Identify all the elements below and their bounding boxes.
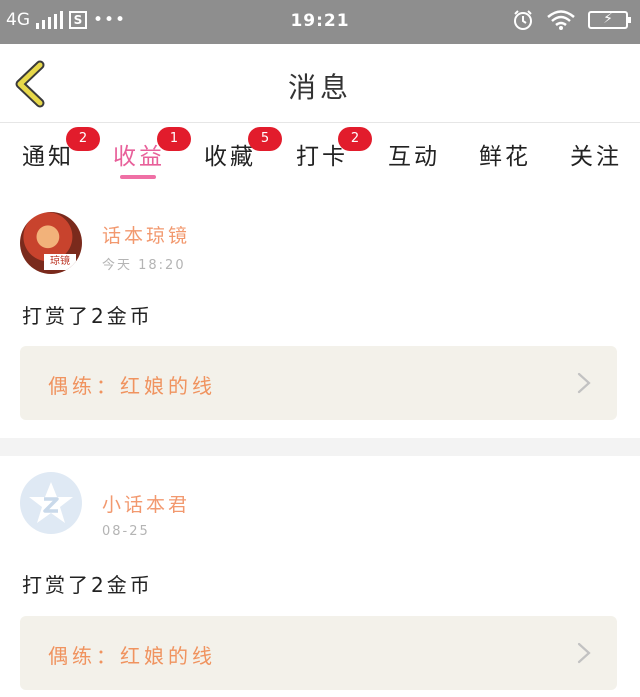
work-link-label: 偶练：红娘的线 bbox=[48, 374, 216, 398]
tab-label: 通知 bbox=[22, 144, 74, 170]
tab-interaction[interactable]: 互动 bbox=[388, 137, 440, 171]
battery-icon: ⚡ bbox=[588, 11, 631, 29]
avatar-label: 琼镜 bbox=[44, 254, 76, 270]
tab-badge: 5 bbox=[248, 127, 282, 151]
tab-badge: 1 bbox=[157, 127, 191, 151]
status-bar: 4G S ••• 19:21 ⚡ bbox=[0, 0, 640, 44]
avatar[interactable] bbox=[20, 472, 82, 534]
message-card: 小话本君 08-25 打赏了2金币 偶练：红娘的线 bbox=[0, 456, 640, 697]
charging-icon: ⚡ bbox=[603, 11, 613, 27]
wifi-icon bbox=[547, 10, 575, 30]
message-time: 08-25 bbox=[102, 524, 150, 539]
tab-flowers[interactable]: 鲜花 bbox=[479, 137, 531, 171]
tab-label: 关注 bbox=[570, 144, 622, 170]
tab-bar: 通知 2 收益 1 收藏 5 打卡 2 互动 鲜花 关注 bbox=[0, 123, 640, 196]
chevron-right-icon bbox=[577, 372, 591, 394]
tab-favorites[interactable]: 收藏 5 bbox=[204, 127, 282, 171]
nav-bar: 消息 bbox=[0, 44, 640, 123]
alarm-icon bbox=[514, 10, 532, 30]
work-link[interactable]: 偶练：红娘的线 bbox=[20, 616, 617, 690]
avatar[interactable]: 琼镜 bbox=[20, 212, 82, 274]
tab-follow[interactable]: 关注 bbox=[570, 137, 622, 171]
status-right: ⚡ bbox=[512, 9, 631, 31]
tab-label: 打卡 bbox=[296, 144, 348, 170]
tab-earnings[interactable]: 收益 1 bbox=[113, 127, 191, 171]
default-avatar-icon bbox=[29, 482, 73, 523]
tab-badge: 2 bbox=[66, 127, 100, 151]
message-text: 打赏了2金币 bbox=[22, 573, 153, 597]
page-title: 消息 bbox=[287, 71, 352, 104]
message-time: 今天 18:20 bbox=[102, 258, 186, 273]
tab-label: 互动 bbox=[388, 144, 440, 170]
message-card: 琼镜 话本琼镜 今天 18:20 打赏了2金币 偶练：红娘的线 bbox=[0, 196, 640, 438]
work-link[interactable]: 偶练：红娘的线 bbox=[20, 346, 617, 420]
tab-label: 收藏 bbox=[204, 144, 256, 170]
tab-badge: 2 bbox=[338, 127, 372, 151]
username[interactable]: 小话本君 bbox=[102, 490, 190, 517]
tab-label: 收益 bbox=[113, 144, 165, 170]
message-text: 打赏了2金币 bbox=[22, 304, 153, 328]
tab-label: 鲜花 bbox=[479, 144, 531, 170]
username[interactable]: 话本琼镜 bbox=[102, 221, 190, 248]
work-link-label: 偶练：红娘的线 bbox=[48, 644, 216, 668]
tab-notice[interactable]: 通知 2 bbox=[22, 127, 100, 171]
tab-checkin[interactable]: 打卡 2 bbox=[296, 127, 372, 171]
chevron-right-icon bbox=[577, 642, 591, 664]
active-tab-indicator bbox=[120, 175, 156, 179]
